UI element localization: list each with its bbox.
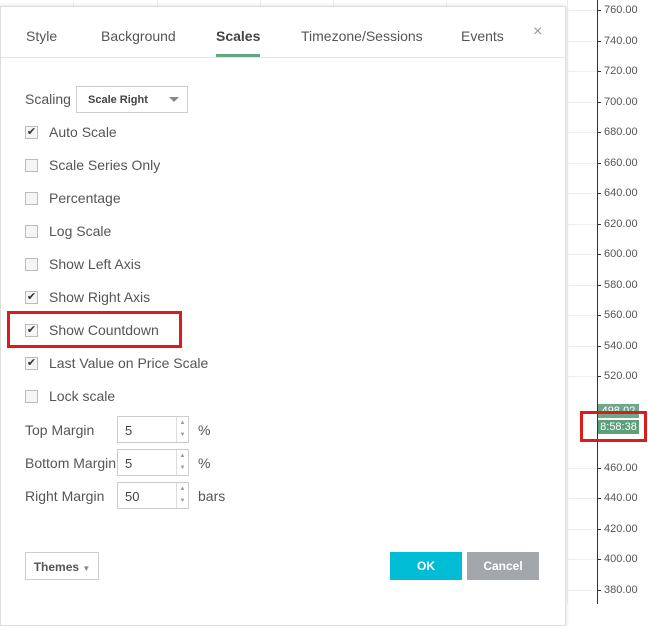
grid-line [566, 559, 597, 560]
countdown-highlight [580, 411, 647, 442]
grid-line [566, 162, 597, 164]
cancel-button[interactable]: Cancel [467, 552, 539, 580]
price-label: 600.00 [604, 248, 638, 260]
option-label: Auto Scale [49, 124, 117, 140]
option-label: Last Value on Price Scale [49, 355, 209, 371]
price-label: 660.00 [604, 156, 638, 169]
show-countdown-highlight [7, 311, 182, 348]
grid-line [566, 254, 597, 255]
checkbox[interactable]: ✔ [25, 290, 38, 304]
price-label: 760.00 [604, 4, 638, 16]
option-label: Percentage [49, 190, 121, 206]
option-show-right-axis[interactable]: ✔ Show Right Axis [25, 289, 150, 305]
margin-value: 5 [125, 423, 133, 438]
checkbox[interactable] [25, 257, 38, 271]
margin-input[interactable]: 5 ▲ ▼ [117, 416, 189, 443]
grid-line [566, 376, 597, 377]
checkbox[interactable] [25, 191, 38, 205]
price-label: 580.00 [604, 278, 638, 291]
chevron-down-icon [169, 97, 179, 102]
margin-unit: % [198, 455, 211, 471]
price-axis-line [597, 0, 598, 604]
price-label: 560.00 [604, 309, 638, 321]
option-log-scale[interactable]: Log Scale [25, 223, 111, 239]
grid-line [566, 315, 597, 316]
price-label: 520.00 [604, 370, 638, 382]
grid-line [566, 132, 597, 133]
checkbox[interactable]: ✔ [25, 125, 38, 139]
grid-line [566, 498, 597, 499]
option-show-left-axis[interactable]: Show Left Axis [25, 256, 141, 272]
grid-line [566, 284, 597, 286]
price-label: 640.00 [604, 187, 638, 199]
margin-label: Bottom Margin [25, 455, 117, 471]
margin-value: 50 [125, 489, 140, 504]
grid-line [566, 528, 597, 530]
price-label: 720.00 [604, 65, 638, 77]
price-label: 540.00 [604, 339, 638, 352]
option-lock-scale[interactable]: Lock scale [25, 388, 115, 404]
margin-input[interactable]: 50 ▲ ▼ [117, 482, 189, 509]
grid-line [566, 345, 597, 347]
scaling-value: Scale Right [88, 94, 148, 106]
option-scale-series-only[interactable]: Scale Series Only [25, 157, 160, 173]
grid-line [566, 40, 597, 42]
tab-background[interactable]: Background [101, 28, 176, 44]
grid-line [566, 589, 597, 591]
price-label: 740.00 [604, 34, 638, 47]
checkbox[interactable] [25, 158, 38, 172]
tab-events[interactable]: Events [461, 28, 504, 44]
grid-line [566, 223, 597, 225]
stepper-arrows-icon[interactable]: ▲ ▼ [176, 483, 188, 508]
grid-line [566, 10, 597, 11]
stepper-arrows-icon[interactable]: ▲ ▼ [176, 450, 188, 475]
margin-input[interactable]: 5 ▲ ▼ [117, 449, 189, 476]
ok-button[interactable]: OK [390, 552, 462, 580]
price-label: 680.00 [604, 126, 638, 138]
themes-label: Themes [33, 560, 80, 574]
checkbox[interactable]: ✔ [25, 356, 38, 370]
chevron-down-icon: ▼ [82, 564, 91, 573]
price-label: 620.00 [604, 217, 638, 230]
option-last-value-on-price-scale[interactable]: ✔ Last Value on Price Scale [25, 355, 208, 371]
tab-scales[interactable]: Scales [216, 28, 261, 57]
grid-line [566, 101, 597, 103]
option-label: Show Left Axis [49, 256, 141, 272]
option-auto-scale[interactable]: ✔ Auto Scale [25, 124, 117, 140]
option-label: Scale Series Only [49, 157, 161, 173]
grid-line [566, 193, 597, 194]
margin-unit: % [198, 422, 211, 438]
margin-unit: bars [198, 488, 226, 504]
checkbox[interactable] [25, 224, 38, 238]
price-label: 700.00 [604, 95, 638, 108]
checkbox[interactable] [25, 389, 38, 403]
scaling-select[interactable]: Scale Right [76, 86, 188, 113]
grid-line [566, 467, 597, 469]
tab-timezone-sessions[interactable]: Timezone/Sessions [301, 28, 423, 44]
option-label: Lock scale [49, 388, 116, 404]
stepper-arrows-icon[interactable]: ▲ ▼ [176, 417, 188, 442]
price-label: 380.00 [604, 583, 638, 596]
price-label: 400.00 [604, 553, 638, 565]
margin-value: 5 [125, 456, 133, 471]
margin-label: Top Margin [25, 422, 95, 438]
option-label: Show Right Axis [49, 289, 151, 305]
scaling-label: Scaling [25, 91, 71, 107]
grid-line [566, 71, 597, 72]
price-label: 420.00 [604, 522, 638, 535]
price-label: 440.00 [604, 492, 638, 504]
price-label: 460.00 [604, 461, 638, 474]
themes-button[interactable]: Themes ▼ [25, 552, 99, 580]
option-label: Log Scale [49, 223, 112, 239]
tab-style[interactable]: Style [26, 28, 57, 44]
tab-bar: Style Background Scales Timezone/Session… [1, 7, 565, 58]
close-icon[interactable]: × [533, 23, 542, 41]
option-percentage[interactable]: Percentage [25, 190, 121, 206]
margin-label: Right Margin [25, 488, 105, 504]
